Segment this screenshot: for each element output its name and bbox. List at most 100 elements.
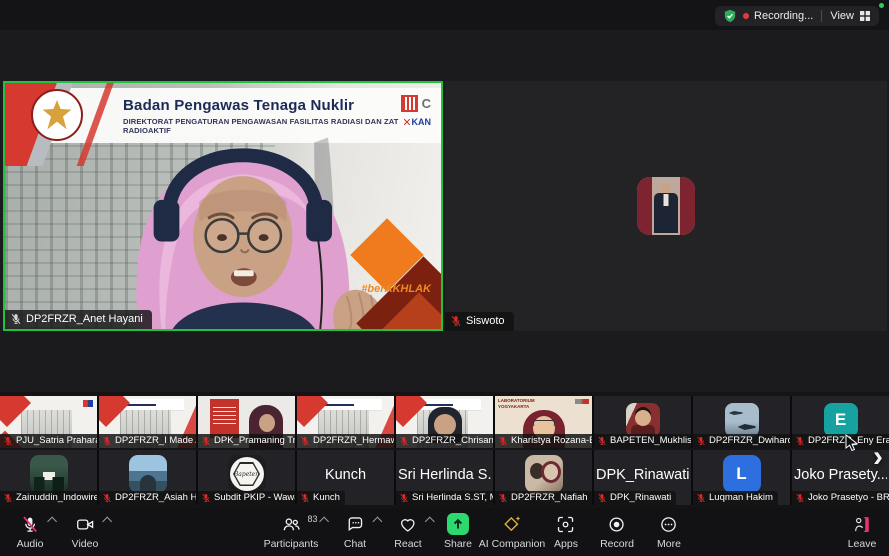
participant-name: Zainuddin_Indowire — [16, 492, 97, 503]
muted-mic-icon — [201, 493, 211, 503]
participant-avatar — [626, 403, 660, 437]
share-button[interactable]: Share — [444, 513, 472, 550]
ai-companion-label: AI Companion — [479, 538, 546, 550]
participant-tile[interactable]: BAPETEN_Mukhlisin — [594, 396, 691, 448]
zoom-meeting-window: Recording... View — [0, 0, 889, 556]
share-green-box — [447, 513, 469, 535]
participant-name: Subdit PKIP - Wawan... — [214, 492, 295, 503]
avatar-letter: L — [736, 464, 746, 484]
participant-name-tag: BAPETEN_Mukhlisin — [594, 434, 691, 448]
muted-mic-icon — [450, 315, 462, 327]
participant-name-tag: Kunch — [297, 491, 345, 505]
participants-caret-icon[interactable] — [319, 517, 329, 527]
muted-mic-icon — [399, 436, 409, 446]
participant-name-tag: Zainuddin_Indowire — [0, 491, 97, 505]
tile-text-line — [324, 404, 354, 406]
video-stage: Badan Pengawas Tenaga Nuklir DIREKTORAT … — [0, 30, 889, 392]
view-label: View — [830, 10, 854, 22]
tile-illustrated-glasses — [533, 420, 555, 426]
more-ellipsis-icon — [659, 513, 680, 535]
filmstrip-next-page-chevron-icon[interactable]: › — [873, 444, 883, 470]
audio-button[interactable]: Audio — [17, 513, 44, 550]
meeting-topbar: Recording... View — [0, 0, 889, 30]
participant-name: Joko Prasetyo - BRIN — [808, 492, 889, 503]
filmstrip-row-2: Zainuddin_Indowire DP2FRZR_Asiah Has... … — [0, 450, 889, 505]
participant-tile[interactable]: Sri Herlinda S... Sri Herlinda S.ST, M.S… — [396, 450, 493, 505]
participant-display-name: Sri Herlinda S... — [398, 467, 491, 483]
chat-button[interactable]: Chat — [344, 513, 366, 550]
participant-avatar — [525, 455, 563, 493]
video-label: Video — [72, 538, 99, 550]
participant-avatar — [129, 455, 167, 493]
leave-label: Leave — [848, 538, 877, 550]
participant-tile[interactable]: PJU_Satria Prahara — [0, 396, 97, 448]
tile-person-face — [434, 414, 456, 436]
video-button[interactable]: Video — [72, 513, 99, 550]
participant-name-tag: DP2FRZR_Asiah Has... — [99, 491, 196, 505]
muted-mic-icon — [102, 493, 112, 503]
remote-participant-tile[interactable]: Siswoto — [445, 81, 887, 331]
participant-tile[interactable]: DP2FRZR_I Made Ard... — [99, 396, 196, 448]
muted-mic-icon — [300, 493, 310, 503]
audio-options-caret-icon[interactable] — [47, 517, 57, 527]
react-button[interactable]: React — [394, 513, 421, 550]
tile-person-face — [259, 414, 275, 432]
avatar-letter: E — [835, 410, 846, 430]
participant-tile[interactable]: DP2FRZR_Nafiah — [495, 450, 592, 505]
participants-icon: 83 — [280, 513, 301, 535]
participant-name-tag: Sri Herlinda S.ST, M.Si — [396, 491, 493, 505]
leave-door-icon — [851, 513, 872, 535]
participant-tile[interactable]: DP2FRZR_Asiah Has... — [99, 450, 196, 505]
participant-name: DP2FRZR_I Made Ard... — [115, 435, 196, 446]
participant-name-tag: DP2FRZR_I Made Ard... — [99, 434, 196, 448]
active-speaker-tile[interactable]: Badan Pengawas Tenaga Nuklir DIREKTORAT … — [3, 81, 443, 331]
participant-tile[interactable]: DPK_Rinawati DPK_Rinawati — [594, 450, 691, 505]
record-button[interactable]: Record — [600, 513, 634, 550]
participant-name-tag: Luqman Hakim — [693, 491, 778, 505]
participant-name: Luqman Hakim — [709, 492, 773, 503]
react-label: React — [394, 538, 421, 550]
more-button[interactable]: More — [657, 513, 681, 550]
participant-name: DPK_Rinawati — [610, 492, 671, 503]
active-speaker-name: DP2FRZR_Anet Hayani — [26, 313, 143, 325]
tile-overlay-text: LABORATORIUM YOGYAKARTA — [498, 398, 538, 409]
participant-tile[interactable]: DPK_Pramaning Tri H... — [198, 396, 295, 448]
participant-tile[interactable]: DP2FRZR_Chrisantus... — [396, 396, 493, 448]
participant-letter-avatar: L — [723, 455, 761, 493]
chat-caret-icon[interactable] — [372, 517, 382, 527]
participant-tile[interactable]: Kunch Kunch — [297, 450, 394, 505]
remote-participant-name: Siswoto — [466, 315, 505, 327]
participant-tile[interactable]: Zainuddin_Indowire — [0, 450, 97, 505]
muted-mic-icon — [300, 436, 310, 446]
participant-tile[interactable]: L Luqman Hakim — [693, 450, 790, 505]
badge-hex-border: Bapeten — [233, 462, 260, 486]
ai-companion-button[interactable]: AI Companion — [479, 513, 546, 550]
muted-mic-icon — [696, 493, 706, 503]
participants-button[interactable]: 83 Participants — [264, 513, 319, 550]
video-camera-icon — [74, 513, 95, 535]
recording-indicator[interactable]: Recording... — [743, 10, 813, 22]
participant-name-tag: DP2FRZR_Chrisantus... — [396, 434, 493, 448]
participant-tile[interactable]: LABORATORIUM YOGYAKARTA Kharistya Rozana… — [495, 396, 592, 448]
muted-mic-icon — [795, 436, 805, 446]
participant-name: PJU_Satria Prahara — [16, 435, 97, 446]
react-caret-icon[interactable] — [425, 517, 435, 527]
ai-companion-sparkle-icon — [501, 513, 522, 535]
participant-name: DP2FRZR_Chrisantus... — [412, 435, 493, 446]
apps-button[interactable]: Apps — [554, 513, 578, 550]
apps-icon — [556, 513, 577, 535]
participant-name: BAPETEN_Mukhlisin — [610, 435, 691, 446]
participant-display-name: DPK_Rinawati — [596, 467, 689, 483]
participant-name-tag: Joko Prasetyo - BRIN — [792, 491, 889, 505]
recording-label: Recording... — [754, 10, 813, 22]
video-options-caret-icon[interactable] — [102, 517, 112, 527]
mouse-cursor — [845, 434, 859, 452]
view-button[interactable]: View — [830, 10, 871, 22]
participant-tile[interactable]: Bapeten Subdit PKIP - Wawan... — [198, 450, 295, 505]
participant-name-tag: DPK_Rinawati — [594, 491, 676, 505]
participant-tile[interactable]: DP2FRZR_Dwihardjo... — [693, 396, 790, 448]
participant-tile[interactable]: DP2FRZR_Hermawan... — [297, 396, 394, 448]
leave-button[interactable]: Leave — [848, 513, 877, 550]
security-shield-icon — [723, 9, 737, 23]
recording-dot-icon — [743, 13, 749, 19]
